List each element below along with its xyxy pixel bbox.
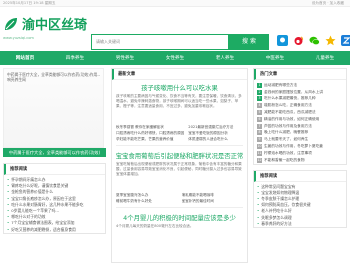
current-date: 2025年10月17日 19:18 星期五 (3, 1, 56, 5)
featured-image[interactable]: 中药属于医疗大全，全草类能够可以作农药(功效)作用-- 响亮养生网 (3, 68, 104, 148)
search-bar: 请输入关键词 搜 索 (91, 34, 269, 50)
top-links[interactable]: 设为首页 · 加入收藏 (312, 0, 344, 7)
top-bar: 2025年10月17日 19:18 星期五 设为首页 · 加入收藏 (0, 0, 350, 7)
article-title[interactable]: 4个月婴儿的积极的时间配量应该是多少 (112, 210, 247, 222)
article-links: 秋冬季感冒 教你在家缓解症状 口腔溃疡吃什么药好得快，口腔溃疡的原因 孕妇能不能… (112, 123, 247, 143)
right-recommend-title: 推荐阅读 (254, 170, 346, 182)
list-item[interactable]: 4 增肌粉怎么吃，正确食用方法 (254, 102, 346, 109)
rank-badge: 4 (257, 103, 262, 109)
rank-badge: 2 (257, 89, 262, 95)
rank-badge: 11 (257, 150, 262, 156)
article-summary: 宝宝吃葡萄后出现便秘或肥胖的状况属于正常现象，葡萄中含有丰富的糖分和果酸，过量食… (116, 162, 242, 176)
nav-tcm[interactable]: 中医养生 (266, 55, 284, 61)
qq-icon[interactable] (277, 35, 288, 46)
article-link[interactable]: 孕妇能不能吃芒果，芒果的营养价值 (116, 136, 184, 142)
nav-home[interactable]: 网站首页 (16, 55, 34, 61)
list-item[interactable]: 7 芦荟的功效与作用及食用方法 (254, 123, 346, 130)
weibo-icon[interactable] (293, 35, 304, 46)
rank-badge: 9 (257, 137, 262, 143)
left-column: 中药属于医疗大全，全草类能够可以作农药(功效)作用-- 响亮养生网 中药属于医疗… (3, 68, 106, 234)
left-recommend-list: 怀孕期间牙痛怎么办 胃疼吃什么好呢，谨慎饮食是关键 金枪鱼的营养价值是什么 宝宝… (4, 175, 105, 233)
article-link[interactable]: 宝宝补钙的最佳时间 (182, 198, 244, 204)
social-links (277, 35, 350, 46)
featured-caption[interactable]: 中药属于医疗大全，全草类能够可以作农药(功效) (3, 148, 106, 157)
article-link[interactable]: 体质虚弱的人适合吃什么 (188, 136, 243, 142)
article-links: 夏季宝宝腹泻怎么办 睡前喝牛奶有什么好处 哺乳期能不能喝咖啡 宝宝补钙的最佳时间 (112, 191, 247, 205)
list-item[interactable]: 好吃又营养的减肥晚餐，适合瘦身食用 (7, 227, 102, 233)
nav-men[interactable]: 男性养生 (116, 55, 134, 61)
divider (116, 207, 243, 208)
left-recommend-title: 推荐阅读 (4, 164, 105, 175)
article-link[interactable]: 睡前喝牛奶有什么好处 (116, 198, 178, 204)
qq-space-icon[interactable] (341, 35, 350, 46)
list-item[interactable]: 5 减肥能不能吃西瓜，西瓜减肥法 (254, 109, 346, 116)
latest-title: 最新文章 (112, 69, 247, 80)
nav-elderly[interactable]: 老人养生 (216, 55, 234, 61)
site-header: 渝中区丝琦 www.yuzsiqi.com 请输入关键词 搜 索 (0, 7, 350, 51)
rank-badge: 3 (257, 96, 262, 102)
article-summary: 孩子咳嗽的主要病因与气候变化、饮食不当等有关，要注意保暖，饮食清淡，多喝温水，避… (116, 94, 242, 108)
article-title[interactable]: 孩子咳嗽用什么可以吃水果 (112, 80, 247, 92)
hot-title: 热门文章 (254, 69, 346, 80)
main-nav: 网站首页 四季养生 男性养生 女性养生 老人养生 中医养生 儿童养生 (0, 51, 350, 65)
list-item[interactable]: 6 精油的作用与功效，如何正确使用 (254, 116, 346, 123)
rank-badge: 5 (257, 110, 262, 116)
left-recommend-card: 推荐阅读 怀孕期间牙痛怎么办 胃疼吃什么好呢，谨慎饮食是关键 金枪鱼的营养价值是… (3, 163, 106, 234)
latest-articles: 最新文章 孩子咳嗽用什么可以吃水果 孩子咳嗽的主要病因与气候变化、饮食不当等有关… (111, 68, 248, 263)
rank-badge: 8 (257, 130, 262, 136)
rank-badge: 12 (257, 157, 262, 163)
hot-articles-card: 热门文章 1 运动减肥有哪些方法 2 金钱树的家庭摆放位置，从风水上讲 3 吃什么水果… (253, 68, 347, 165)
site-logo[interactable]: 渝中区丝琦 (3, 14, 87, 33)
list-item[interactable]: 11 柠檬泡水喝的功效，注意事项 (254, 150, 346, 157)
wechat-icon[interactable] (309, 35, 320, 46)
search-input[interactable]: 请输入关键词 (91, 34, 229, 50)
list-item[interactable]: 3 吃什么水果减肥最快，推荐几种 (254, 96, 346, 103)
list-item[interactable]: 春季养肝的好方法 (257, 221, 343, 227)
right-recommend-list: 这种常见问题宝宝有 宝宝发烧如何物理降温 冬季皮肤干燥怎么护理 如何预防高血压，… (254, 182, 346, 227)
search-button[interactable]: 搜 索 (229, 34, 269, 50)
list-item[interactable]: 12 不能和香蕉一起吃的食物 (254, 157, 346, 164)
hot-list: 1 运动减肥有哪些方法 2 金钱树的家庭摆放位置，从风水上讲 3 吃什么水果减肥最快，… (254, 80, 346, 164)
list-item[interactable]: 8 晚上吃什么减肥，晚餐推荐 (254, 130, 346, 137)
featured-image-alt: 中药属于医疗大全，全草类能够可以作农药(功效)作用-- 响亮养生网 (7, 72, 101, 82)
article-title[interactable]: 宝宝食用葡萄后引起便秘和肥胖状况是否正常 (112, 148, 247, 160)
list-item[interactable]: 1 运动减肥有哪些方法 (254, 82, 346, 89)
zone-icon[interactable] (325, 35, 336, 46)
list-item[interactable]: 10 生姜的功效与作用，冬吃萝卜夏吃姜 (254, 143, 346, 150)
rank-badge: 7 (257, 123, 262, 129)
divider (116, 145, 243, 146)
list-item[interactable]: 2 金钱树的家庭摆放位置，从风水上讲 (254, 89, 346, 96)
nav-children[interactable]: 儿童养生 (316, 55, 334, 61)
leaf-logo-icon (5, 17, 17, 30)
site-domain: www.yuzsiqi.com (3, 36, 34, 40)
site-name: 渝中区丝琦 (22, 18, 88, 33)
rank-badge: 6 (257, 116, 262, 122)
article-summary: 4个月婴儿每天的奶量在800毫升左右比较合适。 (116, 224, 194, 228)
right-column: 热门文章 1 运动减肥有哪些方法 2 金钱树的家庭摆放位置，从风水上讲 3 吃什么水果… (253, 68, 347, 228)
rank-badge: 10 (257, 144, 262, 150)
list-item[interactable]: 9 马上就要冬天了，如何养生 (254, 136, 346, 143)
nav-seasons[interactable]: 四季养生 (66, 55, 84, 61)
right-recommend-card: 推荐阅读 这种常见问题宝宝有 宝宝发烧如何物理降温 冬季皮肤干燥怎么护理 如何预… (253, 169, 347, 228)
nav-women[interactable]: 女性养生 (166, 55, 184, 61)
rank-badge: 1 (257, 82, 262, 88)
